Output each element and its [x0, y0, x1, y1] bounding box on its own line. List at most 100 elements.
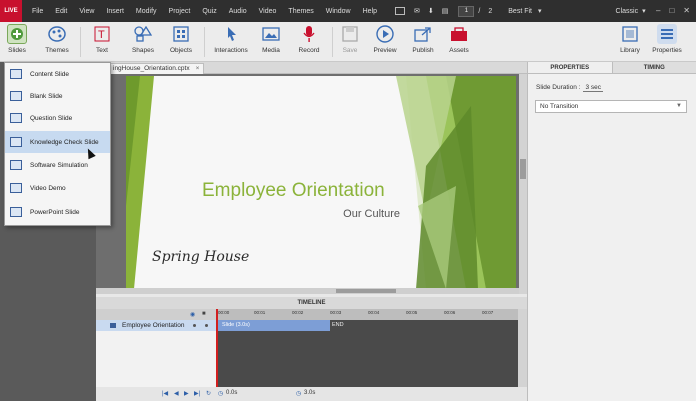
captivate-window: LIVE File Edit View Insert Modify Projec…: [0, 0, 696, 401]
timeline-start-time: 0.0s: [226, 390, 238, 396]
menu-item-software-simulation[interactable]: Software Simulation: [5, 154, 110, 176]
menu-quiz[interactable]: Quiz: [196, 8, 222, 15]
menu-item-content-slide[interactable]: Content Slide: [5, 63, 110, 85]
close-icon[interactable]: ×: [196, 65, 200, 72]
timeline-layer-row[interactable]: Employee Orientation: [96, 320, 216, 331]
chevron-down-icon[interactable]: ▾: [538, 7, 542, 15]
menu-audio[interactable]: Audio: [223, 8, 253, 15]
loop-icon[interactable]: ↻: [206, 390, 211, 397]
menu-project[interactable]: Project: [163, 8, 197, 15]
properties-button[interactable]: Properties: [650, 24, 684, 54]
timeline-title: TIMELINE: [96, 297, 527, 309]
save-button[interactable]: Save: [338, 24, 362, 54]
slide-title[interactable]: Employee Orientation: [126, 180, 516, 202]
menu-file[interactable]: File: [26, 8, 49, 15]
timeline-footer: |◀ ◀ ▶ ▶| ↻ ◷ 0.0s ◷ 3.0s: [96, 387, 527, 401]
menu-window[interactable]: Window: [320, 8, 357, 15]
menu-item-label: PowerPoint Slide: [30, 208, 80, 216]
assets-button[interactable]: Assets: [446, 24, 472, 54]
menu-item-question-slide[interactable]: Question Slide: [5, 107, 110, 129]
properties-tabs: PROPERTIES TIMING: [528, 62, 696, 74]
play-icon[interactable]: ▶: [184, 390, 189, 397]
slide-duration-label: Slide Duration :: [536, 84, 581, 91]
lock-dot[interactable]: [205, 324, 208, 327]
tab-properties[interactable]: PROPERTIES: [528, 62, 613, 73]
main-toolbar: Slides Themes T Text Shapes Objects Inte…: [0, 22, 696, 62]
objects-label: Objects: [169, 47, 193, 54]
menu-item-powerpoint-slide[interactable]: PowerPoint Slide: [5, 201, 110, 223]
menu-themes[interactable]: Themes: [282, 8, 319, 15]
media-button[interactable]: Media: [258, 24, 284, 54]
download-icon[interactable]: ⬇: [428, 7, 434, 15]
monitor-icon[interactable]: [395, 7, 406, 15]
chevron-down-icon[interactable]: ▾: [642, 7, 646, 15]
library-button[interactable]: Library: [617, 24, 643, 54]
transition-value: No Transition: [540, 103, 579, 110]
timeline-ruler[interactable]: 00:00 00:01 00:02 00:03 00:04 00:05 00:0…: [216, 309, 518, 320]
filmstrip-icon[interactable]: ▤: [442, 7, 449, 15]
clock-icon: ◷: [296, 391, 302, 397]
lock-icon[interactable]: ■: [202, 311, 206, 317]
menu-item-video-demo[interactable]: Video Demo: [5, 177, 110, 199]
stage-vertical-scrollbar[interactable]: [519, 74, 527, 294]
slides-button[interactable]: Slides: [4, 24, 30, 54]
slide-duration-input[interactable]: 3 sec: [583, 84, 603, 92]
menu-item-blank-slide[interactable]: Blank Slide: [5, 85, 110, 107]
playhead[interactable]: [216, 309, 218, 391]
transition-select[interactable]: No Transition ▼: [535, 100, 687, 113]
workspace-select[interactable]: Classic: [616, 8, 639, 15]
rewind-icon[interactable]: |◀: [162, 390, 168, 397]
properties-panel: PROPERTIES TIMING Slide Duration :3 sec …: [527, 62, 696, 401]
stage-horizontal-scrollbar[interactable]: [96, 288, 519, 294]
minimize-icon[interactable]: –: [656, 6, 660, 15]
slide-duration-field: Slide Duration :3 sec: [536, 84, 603, 92]
scroll-thumb[interactable]: [336, 289, 396, 293]
close-icon[interactable]: ✕: [683, 6, 690, 15]
software-simulation-icon: [10, 160, 22, 170]
menu-view[interactable]: View: [73, 8, 100, 15]
menu-modify[interactable]: Modify: [130, 8, 163, 15]
preview-button[interactable]: Preview: [372, 24, 398, 54]
forward-icon[interactable]: ▶|: [194, 390, 200, 397]
eye-icon[interactable]: ◉: [190, 311, 195, 318]
visibility-dot[interactable]: [193, 324, 196, 327]
shapes-label: Shapes: [131, 47, 155, 54]
mail-icon[interactable]: ✉: [414, 7, 420, 15]
menu-item-label: Software Simulation: [30, 161, 88, 169]
shapes-button[interactable]: Shapes: [130, 24, 156, 54]
objects-button[interactable]: Objects: [168, 24, 194, 54]
publish-button[interactable]: Publish: [410, 24, 436, 54]
menu-edit[interactable]: Edit: [49, 8, 73, 15]
timeline-layers: Employee Orientation: [96, 320, 216, 387]
assets-label: Assets: [449, 47, 469, 54]
palette-icon: [47, 24, 67, 44]
slide-duration-bar[interactable]: Slide (3.0s): [216, 320, 330, 331]
live-badge-text: LIVE: [4, 7, 18, 14]
ruler-tick: 00:04: [368, 310, 380, 315]
slide-subtitle[interactable]: Our Culture: [343, 208, 400, 220]
record-button[interactable]: Record: [296, 24, 322, 54]
maximize-icon[interactable]: □: [669, 6, 674, 15]
scroll-thumb[interactable]: [520, 159, 526, 179]
slide-canvas[interactable]: Employee Orientation Our Culture Spring …: [126, 76, 516, 289]
ruler-tick: 00:00: [218, 310, 230, 315]
ruler-tick: 00:03: [330, 310, 342, 315]
company-logo[interactable]: Spring House: [152, 249, 249, 265]
document-tab[interactable]: ingHouse_Orientation.cptx ×: [108, 63, 205, 74]
stage-area: Employee Orientation Our Culture Spring …: [96, 74, 527, 294]
menu-insert[interactable]: Insert: [100, 8, 130, 15]
interactions-button[interactable]: Interactions: [213, 24, 249, 54]
back-icon[interactable]: ◀: [174, 390, 179, 397]
themes-button[interactable]: Themes: [42, 24, 72, 54]
menu-help[interactable]: Help: [357, 8, 383, 15]
current-page-input[interactable]: 1: [458, 5, 475, 17]
text-button[interactable]: T Text: [90, 24, 114, 54]
timeline-scrollbar[interactable]: [518, 309, 527, 387]
window-controls: – □ ✕: [656, 6, 690, 15]
zoom-select[interactable]: Best Fit: [508, 8, 532, 15]
tab-timing[interactable]: TIMING: [612, 62, 696, 73]
menu-video[interactable]: Video: [253, 8, 283, 15]
menu-item-knowledge-check-slide[interactable]: Knowledge Check Slide: [5, 131, 110, 153]
menu-item-label: Knowledge Check Slide: [30, 138, 99, 146]
publish-label: Publish: [412, 47, 434, 54]
